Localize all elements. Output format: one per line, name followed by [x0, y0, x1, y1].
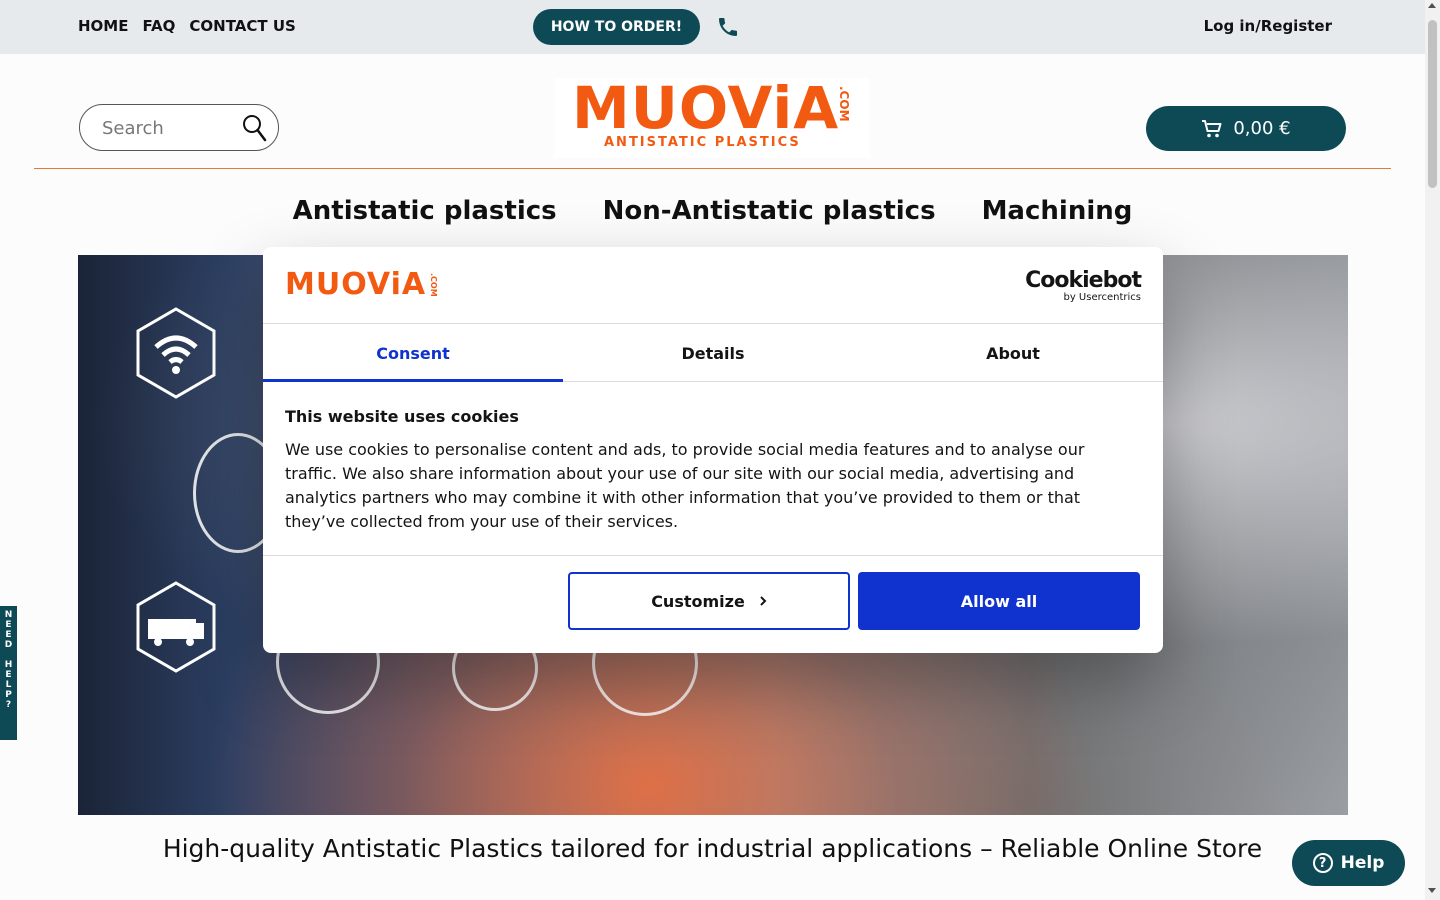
truck-hexagon-icon [136, 581, 216, 673]
nav-link-faq[interactable]: FAQ [142, 17, 175, 35]
how-to-order-button[interactable]: HOW TO ORDER! [533, 9, 700, 45]
need-help-tab[interactable]: NEED HELP? [0, 606, 17, 740]
question-icon: ? [1312, 853, 1333, 873]
tab-about[interactable]: About [863, 325, 1163, 381]
logo-com: .COM [837, 86, 851, 122]
search-icon[interactable] [240, 113, 270, 143]
top-nav: HOME FAQ CONTACT US [78, 17, 296, 35]
header-divider [34, 168, 1391, 169]
cookiebot-logo[interactable]: Cookiebot by Usercentrics [1025, 268, 1142, 303]
dialog-header: MUOViA .COM Cookiebot by Usercentrics [263, 247, 1163, 324]
nav-antistatic-plastics[interactable]: Antistatic plastics [293, 196, 557, 226]
dialog-tabs: Consent Details About [263, 325, 1163, 382]
logo-wordmark: MUOViA [572, 74, 840, 142]
search-box [79, 104, 279, 151]
tab-consent[interactable]: Consent [263, 325, 563, 382]
cookiebot-name: Cookiebot [1025, 268, 1142, 293]
dialog-body: This website uses cookies We use cookies… [285, 407, 1105, 534]
tab-details[interactable]: Details [563, 325, 863, 381]
help-button[interactable]: ? Help [1292, 840, 1405, 886]
allow-all-button[interactable]: Allow all [858, 572, 1140, 630]
cart-total: 0,00 € [1233, 118, 1291, 139]
chevron-right-icon [760, 596, 767, 606]
logo-subtitle: ANTISTATIC PLASTICS [604, 135, 801, 150]
help-button-label: Help [1340, 853, 1385, 873]
wifi-hexagon-icon [136, 307, 216, 399]
dialog-logo-com: .COM [429, 273, 438, 297]
tagline: High-quality Antistatic Plastics tailore… [162, 834, 1263, 863]
customize-label: Customize [651, 591, 745, 611]
dialog-logo: MUOViA [285, 267, 427, 302]
nav-link-home[interactable]: HOME [78, 17, 128, 35]
phone-icon[interactable] [716, 15, 740, 39]
dialog-text: We use cookies to personalise content an… [285, 440, 1085, 531]
login-register-link[interactable]: Log in/Register [1204, 17, 1332, 35]
scroll-up-arrow-icon[interactable] [1428, 3, 1436, 8]
main-nav: Antistatic plastics Non-Antistatic plast… [0, 196, 1425, 226]
cookie-consent-dialog: MUOViA .COM Cookiebot by Usercentrics Co… [263, 247, 1163, 653]
nav-link-contact[interactable]: CONTACT US [189, 17, 295, 35]
nav-non-antistatic-plastics[interactable]: Non-Antistatic plastics [603, 196, 936, 226]
customize-button[interactable]: Customize [568, 572, 850, 630]
site-logo[interactable]: MUOViA .COM ANTISTATIC PLASTICS [554, 74, 870, 158]
cart-button[interactable]: 0,00 € [1146, 106, 1346, 151]
cookiebot-sub: by Usercentrics [1063, 292, 1141, 303]
need-help-label: NEED HELP? [3, 610, 14, 710]
scroll-down-arrow-icon[interactable] [1428, 888, 1436, 893]
cart-icon [1202, 119, 1222, 137]
scrollbar-thumb[interactable] [1428, 20, 1437, 188]
search-input[interactable] [102, 115, 242, 141]
nav-machining[interactable]: Machining [982, 196, 1133, 226]
top-bar: HOME FAQ CONTACT US HOW TO ORDER! Log in… [0, 0, 1425, 54]
dialog-title: This website uses cookies [285, 407, 519, 426]
dialog-footer: Customize Allow all [263, 555, 1163, 653]
